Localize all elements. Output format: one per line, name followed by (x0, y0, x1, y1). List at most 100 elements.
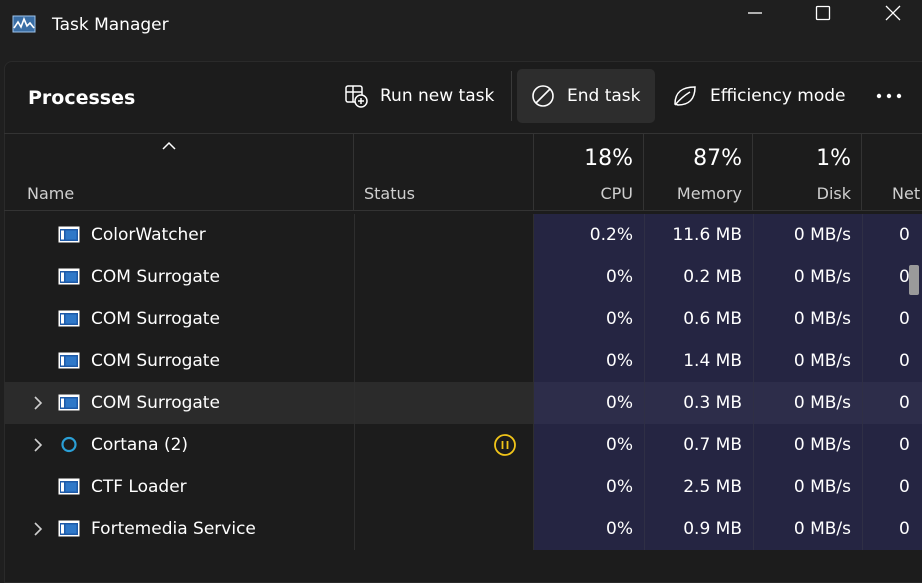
memory-value: 0.2 MB (683, 267, 742, 287)
cpu-value: 0% (606, 477, 633, 497)
network-value: 0 (899, 477, 910, 497)
memory-value: 11.6 MB (672, 225, 742, 245)
window-title: Task Manager (52, 15, 169, 35)
memory-value: 0.7 MB (683, 435, 742, 455)
disk-value: 0 MB/s (793, 477, 851, 497)
run-new-task-icon (345, 85, 368, 108)
efficiency-mode-button[interactable]: Efficiency mode (658, 69, 860, 123)
close-icon (885, 5, 901, 21)
network-value: 0 (899, 225, 910, 245)
page-title: Processes (28, 87, 136, 109)
minimize-icon (748, 12, 762, 14)
disk-total-percent: 1% (816, 146, 851, 171)
more-options-button[interactable] (866, 69, 912, 123)
app-window-icon (58, 352, 80, 369)
header-disk[interactable]: 1% Disk (753, 134, 862, 211)
process-row[interactable]: COM Surrogate 0% 0.2 MB 0 MB/s 0 (4, 256, 922, 298)
app-window-icon (58, 394, 80, 411)
maximize-button[interactable] (800, 0, 846, 26)
disk-value: 0 MB/s (793, 393, 851, 413)
status-cell (354, 466, 534, 508)
memory-value: 0.3 MB (683, 393, 742, 413)
process-row[interactable]: CTF Loader 0% 2.5 MB 0 MB/s 0 (4, 466, 922, 508)
header-memory[interactable]: 87% Memory (644, 134, 753, 211)
status-cell (354, 214, 534, 256)
app-window-icon (58, 268, 80, 285)
status-cell (354, 298, 534, 340)
efficiency-mode-label: Efficiency mode (710, 86, 846, 106)
memory-value: 0.6 MB (683, 309, 742, 329)
chevron-right-icon[interactable] (32, 395, 44, 411)
network-value: 0 (899, 519, 910, 539)
header-name-label: Name (27, 184, 75, 203)
status-cell (354, 382, 534, 424)
disk-value: 0 MB/s (793, 519, 851, 539)
memory-total-percent: 87% (693, 146, 742, 171)
process-row[interactable]: COM Surrogate 0% 0.3 MB 0 MB/s 0 (4, 382, 922, 424)
network-value: 0 (899, 435, 910, 455)
cpu-total-percent: 18% (584, 146, 633, 171)
cpu-value: 0% (606, 267, 633, 287)
app-window-icon (58, 310, 80, 327)
cpu-value: 0% (606, 393, 633, 413)
sort-ascending-icon (162, 141, 176, 150)
cpu-value: 0% (606, 309, 633, 329)
process-row[interactable]: Fortemedia Service 0% 0.9 MB 0 MB/s 0 (4, 508, 922, 550)
process-name: COM Surrogate (91, 267, 220, 287)
more-icon (876, 93, 902, 99)
process-name: Cortana (2) (91, 435, 189, 455)
task-manager-icon (12, 15, 36, 33)
process-name: ColorWatcher (91, 225, 206, 245)
app-window-icon (58, 226, 80, 243)
cpu-value: 0% (606, 351, 633, 371)
network-value: 0 (899, 351, 910, 371)
process-name: Fortemedia Service (91, 519, 256, 539)
disk-value: 0 MB/s (793, 435, 851, 455)
disk-value: 0 MB/s (793, 309, 851, 329)
disk-value: 0 MB/s (793, 225, 851, 245)
process-name: COM Surrogate (91, 309, 220, 329)
disk-value: 0 MB/s (793, 267, 851, 287)
chevron-right-icon[interactable] (32, 521, 44, 537)
suspended-icon (494, 434, 516, 456)
app-window-icon (58, 520, 80, 537)
maximize-icon (815, 5, 831, 21)
run-new-task-label: Run new task (380, 86, 495, 106)
header-cpu-label: CPU (600, 184, 633, 203)
network-value: 0 (899, 309, 910, 329)
header-name[interactable]: Name (4, 134, 354, 211)
cortana-icon (61, 436, 77, 453)
end-task-label: End task (567, 86, 641, 106)
network-value: 0 (899, 393, 910, 413)
header-memory-label: Memory (676, 184, 742, 203)
close-button[interactable] (870, 0, 916, 26)
disk-value: 0 MB/s (793, 351, 851, 371)
toolbar: Processes Run new task End task Efficien… (4, 61, 922, 133)
process-name: COM Surrogate (91, 351, 220, 371)
minimize-button[interactable] (732, 0, 778, 26)
cpu-value: 0% (606, 519, 633, 539)
prohibited-icon (532, 85, 554, 107)
end-task-button[interactable]: End task (517, 69, 655, 123)
header-status[interactable]: Status (354, 134, 534, 211)
process-name: COM Surrogate (91, 393, 220, 413)
memory-value: 2.5 MB (683, 477, 742, 497)
process-row[interactable]: COM Surrogate 0% 1.4 MB 0 MB/s 0 (4, 340, 922, 382)
process-row[interactable]: COM Surrogate 0% 0.6 MB 0 MB/s 0 (4, 298, 922, 340)
title-bar: Task Manager (0, 0, 922, 60)
header-cpu[interactable]: 18% CPU (534, 134, 644, 211)
status-cell (354, 508, 534, 550)
toolbar-separator (511, 71, 512, 121)
header-network[interactable]: Net (862, 134, 922, 211)
scrollbar-thumb[interactable] (909, 265, 919, 295)
cpu-value: 0.2% (589, 225, 633, 245)
status-cell (354, 340, 534, 382)
app-window-icon (58, 478, 80, 495)
status-cell (354, 256, 534, 298)
process-row[interactable]: ColorWatcher 0.2% 11.6 MB 0 MB/s 0 (4, 214, 922, 256)
leaf-icon (674, 86, 696, 106)
run-new-task-button[interactable]: Run new task (330, 69, 508, 123)
chevron-right-icon[interactable] (32, 437, 44, 453)
process-name: CTF Loader (91, 477, 187, 497)
process-row[interactable]: Cortana (2) 0% 0.7 MB 0 MB/s 0 (4, 424, 922, 466)
